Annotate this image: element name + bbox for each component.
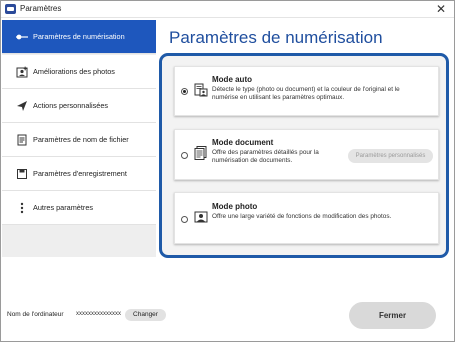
mode-auto-radio[interactable] bbox=[181, 88, 188, 95]
settings-window: Paramètres ✕ Paramètres de numérisation … bbox=[0, 0, 455, 342]
sidebar-item-custom-actions[interactable]: Actions personnalisées bbox=[2, 89, 156, 123]
sidebar-item-other-settings[interactable]: Autres paramètres bbox=[2, 191, 156, 225]
sidebar-item-photo-enhancements[interactable]: Améliorations des photos bbox=[2, 55, 156, 89]
mode-photo-radio[interactable] bbox=[181, 216, 188, 223]
photo-enhance-icon bbox=[16, 66, 28, 78]
sidebar-item-scan-settings[interactable]: Paramètres de numérisation bbox=[2, 20, 156, 54]
close-button[interactable]: Fermer bbox=[349, 302, 436, 329]
mode-document-title: Mode document bbox=[212, 138, 274, 147]
sidebar-item-label: Paramètres d'enregistrement bbox=[33, 169, 127, 178]
title-bar: Paramètres ✕ bbox=[1, 1, 454, 18]
photo-mode-icon bbox=[194, 210, 208, 224]
mode-document-radio[interactable] bbox=[181, 152, 188, 159]
sidebar-item-label: Autres paramètres bbox=[33, 203, 94, 212]
change-button[interactable]: Changer bbox=[125, 309, 166, 321]
file-name-icon bbox=[16, 134, 28, 146]
auto-mode-icon bbox=[194, 83, 208, 97]
mode-document-desc-line2: numérisation de documents. bbox=[212, 157, 293, 164]
mode-photo-desc-line1: Offre une large variété de fonctions de … bbox=[212, 213, 392, 220]
sidebar-item-label: Paramètres de numérisation bbox=[33, 32, 125, 41]
sidebar: Paramètres de numérisation Améliorations… bbox=[2, 20, 156, 257]
mode-document-desc-line1: Offre des paramètres détaillés pour la bbox=[212, 149, 319, 156]
close-icon[interactable]: ✕ bbox=[434, 2, 448, 16]
document-mode-icon bbox=[194, 146, 208, 160]
sidebar-item-file-name-settings[interactable]: Paramètres de nom de fichier bbox=[2, 123, 156, 157]
custom-settings-button[interactable]: Paramètres personnalisés bbox=[348, 149, 433, 163]
mode-photo-card[interactable]: Mode photo Offre une large variété de fo… bbox=[174, 192, 439, 244]
computer-name-value: xxxxxxxxxxxxxxx bbox=[76, 311, 121, 317]
app-icon bbox=[5, 4, 16, 14]
mode-auto-card[interactable]: Mode auto Détecte le type (photo ou docu… bbox=[174, 66, 439, 116]
mode-photo-title: Mode photo bbox=[212, 202, 258, 211]
save-folder-icon bbox=[16, 168, 28, 180]
scan-slider-icon bbox=[16, 31, 28, 43]
window-title: Paramètres bbox=[20, 4, 62, 13]
mode-auto-title: Mode auto bbox=[212, 75, 252, 84]
computer-name-label: Nom de l'ordinateur bbox=[7, 311, 64, 318]
page-title: Paramètres de numérisation bbox=[169, 28, 383, 47]
send-icon bbox=[16, 100, 28, 112]
sidebar-item-label: Actions personnalisées bbox=[33, 101, 109, 110]
mode-auto-desc-line2: numérise en utilisant les paramètres opt… bbox=[212, 94, 345, 101]
sidebar-item-save-settings[interactable]: Paramètres d'enregistrement bbox=[2, 157, 156, 191]
sidebar-item-label: Paramètres de nom de fichier bbox=[33, 135, 129, 144]
mode-document-card[interactable]: Mode document Offre des paramètres détai… bbox=[174, 129, 439, 180]
more-vertical-icon bbox=[16, 202, 28, 214]
mode-auto-desc-line1: Détecte le type (photo ou document) et l… bbox=[212, 86, 400, 93]
scan-mode-panel: Mode auto Détecte le type (photo ou docu… bbox=[159, 53, 449, 258]
sidebar-item-label: Améliorations des photos bbox=[33, 67, 115, 76]
